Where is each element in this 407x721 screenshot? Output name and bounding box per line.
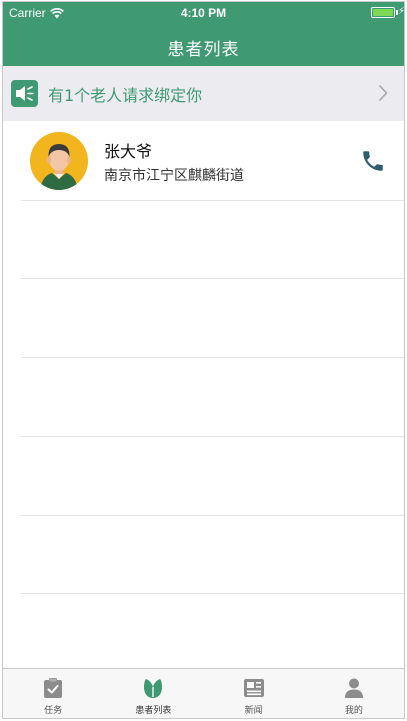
tab-label: 患者列表 (135, 706, 172, 716)
speaker-icon (11, 80, 38, 107)
tab-bar: 任务 患者列表 新闻 我的 (3, 668, 404, 718)
newspaper-icon (242, 676, 266, 700)
list-separator (21, 515, 404, 516)
list-separator (21, 278, 404, 279)
binding-request-text: 有1个老人请求绑定你 (48, 85, 203, 105)
person-icon (342, 676, 366, 700)
patient-list-item[interactable]: 张大爷 南京市江宁区麒麟街道 (3, 121, 404, 200)
list-separator (21, 436, 404, 437)
phone-icon[interactable] (360, 148, 386, 174)
status-time: 4:10 PM (180, 6, 227, 20)
app-header: Carrier 4:10 PM ⚡ 患者列表 (3, 2, 404, 66)
list-separator (21, 200, 404, 201)
list-separator (21, 357, 404, 358)
status-bar: Carrier 4:10 PM ⚡ (3, 2, 404, 24)
chevron-right-icon (378, 84, 388, 102)
tab-news[interactable]: 新闻 (204, 669, 304, 718)
tab-label: 我的 (344, 706, 363, 716)
app-screen: Carrier 4:10 PM ⚡ 患者列表 有1个老人请求绑定你 张大爷 南京… (2, 1, 405, 719)
tab-label: 任务 (44, 706, 63, 716)
patient-avatar (30, 132, 88, 190)
page-title: 患者列表 (167, 40, 240, 60)
battery-icon: ⚡ (371, 6, 404, 18)
tab-mine[interactable]: 我的 (304, 669, 404, 718)
tab-label: 新闻 (244, 706, 263, 716)
tab-patient-list[interactable]: 患者列表 (103, 669, 203, 718)
clipboard-icon (41, 676, 65, 700)
charging-bolt-icon: ⚡ (397, 6, 405, 17)
list-separator (21, 593, 404, 594)
patient-address: 南京市江宁区麒麟街道 (104, 168, 244, 184)
leaf-icon (141, 676, 165, 700)
binding-request-banner[interactable]: 有1个老人请求绑定你 (3, 66, 404, 121)
tab-tasks[interactable]: 任务 (3, 669, 103, 718)
patient-name: 张大爷 (104, 142, 153, 161)
